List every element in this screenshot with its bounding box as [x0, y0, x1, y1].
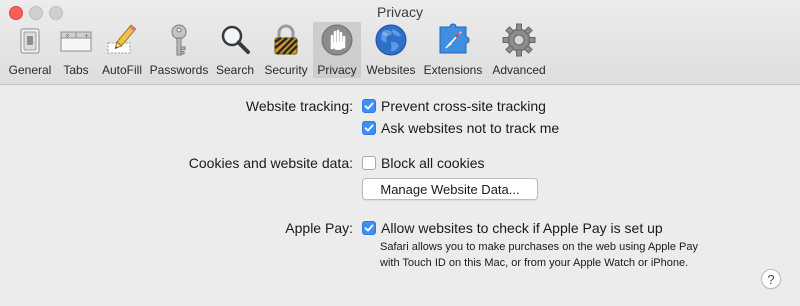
key-icon	[171, 24, 187, 56]
website-tracking-label: Website tracking:	[245, 98, 353, 114]
tab-label: Search	[215, 63, 255, 77]
tab-label: Security	[264, 63, 308, 77]
tab-label: Advanced	[492, 63, 546, 77]
checkbox-label: Ask websites not to track me	[381, 120, 560, 136]
globe-icon	[375, 24, 407, 56]
tab-extensions[interactable]: Extensions	[421, 22, 485, 78]
preferences-window: Privacy General × + Tabs AutoFill Passwo…	[0, 0, 800, 306]
checkbox-checked-icon[interactable]	[362, 121, 376, 135]
checkbox-label: Prevent cross-site tracking	[381, 98, 546, 114]
tab-privacy[interactable]: Privacy	[313, 22, 361, 78]
tab-passwords[interactable]: Passwords	[148, 22, 210, 78]
gear-icon	[502, 23, 536, 57]
padlock-icon	[274, 24, 298, 55]
checkbox-unchecked-icon[interactable]	[362, 156, 376, 170]
tab-label: General	[8, 63, 52, 77]
toolbar: Privacy General × + Tabs AutoFill Passwo…	[0, 0, 800, 85]
tab-websites[interactable]: Websites	[365, 22, 417, 78]
raised-hand-icon	[321, 24, 353, 56]
block-all-cookies-checkbox[interactable]: Block all cookies	[362, 155, 485, 171]
checkbox-checked-icon[interactable]	[362, 99, 376, 113]
tab-label: Tabs	[63, 63, 89, 77]
tab-label: Privacy	[317, 63, 357, 77]
checkbox-checked-icon[interactable]	[362, 221, 376, 235]
checkbox-label: Block all cookies	[381, 155, 485, 171]
svg-text:×: ×	[65, 33, 70, 40]
cookies-label: Cookies and website data:	[188, 155, 353, 171]
tab-label: Extensions	[423, 63, 483, 77]
ask-websites-not-to-track-checkbox[interactable]: Ask websites not to track me	[362, 120, 559, 136]
help-button[interactable]: ?	[761, 269, 781, 289]
prevent-cross-site-tracking-checkbox[interactable]: Prevent cross-site tracking	[362, 98, 546, 114]
pencil-form-icon	[107, 24, 137, 54]
tab-label: Passwords	[149, 63, 209, 77]
checkbox-label: Allow websites to check if Apple Pay is …	[381, 220, 663, 236]
tab-general[interactable]: General	[5, 22, 55, 78]
tab-advanced[interactable]: Advanced	[489, 22, 549, 78]
tab-security[interactable]: Security	[260, 22, 312, 78]
general-switch-icon	[20, 28, 40, 54]
tab-label: Websites	[366, 63, 416, 77]
apple-pay-description: Safari allows you to make purchases on t…	[380, 241, 698, 269]
svg-text:+: +	[84, 33, 89, 40]
compass-puzzle-icon	[439, 23, 470, 54]
allow-apple-pay-check-checkbox[interactable]: Allow websites to check if Apple Pay is …	[362, 220, 663, 236]
tab-tabs[interactable]: × + Tabs	[57, 22, 95, 78]
manage-website-data-button[interactable]: Manage Website Data...	[362, 178, 538, 200]
tab-label: AutoFill	[101, 63, 142, 77]
tab-autofill[interactable]: AutoFill	[98, 22, 146, 78]
tab-search[interactable]: Search	[214, 22, 256, 78]
window-title: Privacy	[377, 4, 423, 20]
tabs-icon: × +	[60, 31, 92, 52]
apple-pay-label: Apple Pay:	[285, 220, 353, 236]
magnifier-icon	[221, 25, 250, 54]
